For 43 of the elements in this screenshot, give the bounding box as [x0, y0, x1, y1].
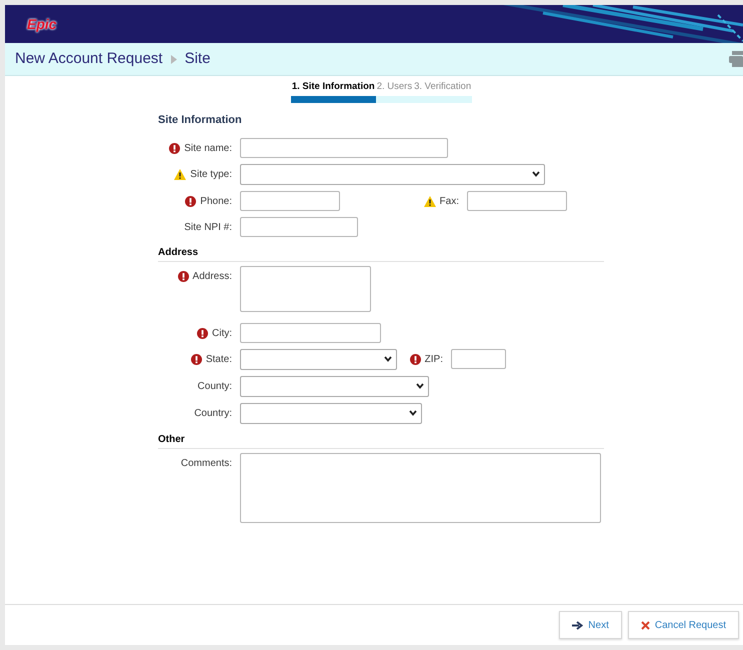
arrow-right-icon	[572, 620, 584, 630]
dropdown-field[interactable]	[240, 376, 429, 397]
field-label: Site type:	[190, 168, 232, 182]
step-label: 1. Site Information	[290, 80, 376, 94]
close-icon	[640, 620, 650, 630]
section-title: Other	[158, 434, 185, 445]
breadcrumb-item: New Account Request	[15, 48, 163, 69]
text-field[interactable]	[467, 190, 567, 211]
text-field[interactable]	[240, 322, 381, 343]
print-icon[interactable]	[729, 51, 743, 67]
field-label: City:	[212, 326, 232, 341]
text-field[interactable]	[240, 138, 448, 158]
text-field[interactable]	[240, 190, 340, 211]
cancel-button[interactable]: Cancel Request	[628, 611, 739, 639]
breadcrumb-item: Site	[184, 48, 210, 69]
field-label: ZIP:	[424, 352, 443, 367]
chevron-down-icon	[409, 410, 417, 416]
logo: Epic	[27, 14, 57, 34]
field-label: Comments:	[180, 456, 232, 471]
field-label: Site NPI #:	[184, 220, 232, 235]
chevron-down-icon	[416, 383, 424, 390]
chevron-down-icon	[384, 356, 392, 362]
next-button[interactable]: Next	[559, 611, 622, 639]
dropdown-field[interactable]	[240, 348, 397, 370]
field-label: Fax:	[440, 194, 459, 209]
text-field[interactable]	[451, 348, 506, 369]
field-label: Site name:	[184, 142, 232, 156]
text-field[interactable]	[240, 216, 358, 237]
text-area[interactable]	[240, 452, 601, 523]
step-label: 3. Verification	[413, 80, 472, 94]
step-label: 2. Users	[376, 80, 414, 94]
field-label: Phone:	[200, 194, 232, 209]
dropdown-field[interactable]	[240, 164, 545, 185]
caret-right-icon	[170, 54, 177, 64]
section-title: Site Information	[158, 114, 242, 126]
dropdown-field[interactable]	[240, 402, 422, 424]
chevron-down-icon	[532, 171, 540, 178]
section-title: Address	[158, 246, 198, 258]
field-label: State:	[206, 352, 232, 367]
text-area[interactable]	[240, 266, 371, 312]
field-label: Country:	[194, 406, 232, 421]
field-label: Address:	[192, 270, 232, 284]
field-label: County:	[198, 380, 232, 394]
